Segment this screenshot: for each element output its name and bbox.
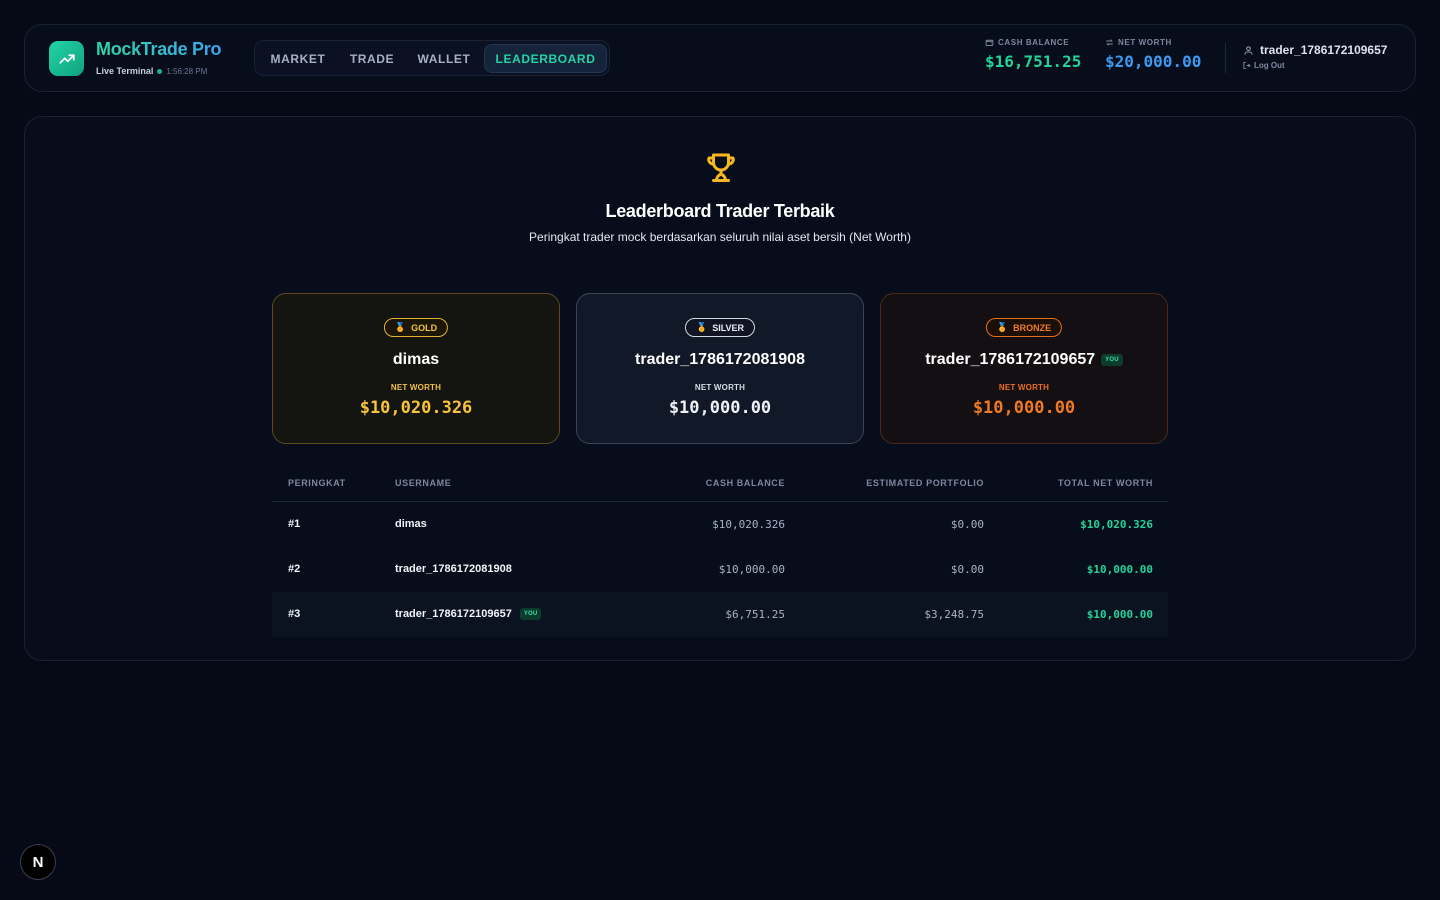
clock: 1:56:28 PM — [166, 66, 208, 76]
table-row[interactable]: #1 dimas $10,020.326 $0.00 $10,020.326 — [272, 502, 1168, 547]
podium-net-worth: $10,000.00 — [668, 398, 772, 418]
logout-button[interactable]: Log Out — [1242, 61, 1285, 70]
rank-cell: #3 — [288, 608, 301, 620]
podium-username: trader_1786172081908 — [577, 351, 863, 369]
medal-icon: 🏅 — [394, 322, 407, 332]
podium-username-text: trader_1786172109657 — [925, 351, 1096, 368]
medal-label: SILVER — [712, 322, 745, 333]
podium-username: dimas — [273, 351, 559, 369]
dev-tools-badge[interactable]: N — [20, 844, 56, 880]
podium-net-worth: $10,000.00 — [972, 398, 1076, 418]
cash-cell: $10,020.326 — [712, 518, 785, 531]
gold-medal-badge: 🏅 GOLD — [383, 318, 449, 337]
podium-username-text: trader_1786172081908 — [635, 351, 805, 368]
medal-icon: 🏅 — [996, 322, 1009, 332]
cash-balance-label: CASH BALANCE — [998, 38, 1070, 47]
rank-cell: #1 — [288, 518, 301, 530]
user-icon — [1244, 45, 1253, 55]
col-portfolio: ESTIMATED PORTFOLIO — [866, 478, 984, 488]
col-username: USERNAME — [395, 478, 452, 488]
bronze-medal-badge: 🏅 BRONZE — [985, 318, 1063, 337]
col-cash: CASH BALANCE — [705, 478, 785, 488]
podium-net-worth: $10,020.326 — [359, 398, 473, 418]
page-subtitle: Peringkat trader mock berdasarkan seluru… — [529, 230, 911, 244]
silver-medal-badge: 🏅 SILVER — [684, 318, 756, 337]
page-title: Leaderboard Trader Terbaik — [605, 201, 835, 221]
username-cell: trader_1786172109657 YOU — [395, 608, 542, 620]
username-cell: dimas — [395, 518, 427, 530]
rank-cell: #2 — [288, 563, 301, 575]
logout-label: Log Out — [1254, 61, 1285, 70]
net-worth-label: NET WORTH — [1118, 38, 1172, 47]
net-worth-label: NET WORTH — [390, 383, 442, 392]
logout-icon — [1243, 62, 1251, 69]
brand-name: MockTrade Pro — [96, 39, 222, 59]
username-cell: trader_1786172081908 — [395, 563, 512, 575]
net-worth-label: NET WORTH — [998, 383, 1050, 392]
tab-trade[interactable]: TRADE — [338, 44, 406, 73]
medal-icon: 🏅 — [695, 322, 708, 332]
main-nav: MARKET TRADE WALLET LEADERBOARD — [254, 40, 610, 76]
cash-cell: $10,000.00 — [718, 563, 785, 576]
medal-label: BRONZE — [1013, 322, 1052, 333]
networth-cell: $10,020.326 — [1080, 518, 1153, 531]
trophy-icon — [707, 153, 735, 182]
ranking-table: PERINGKAT USERNAME CASH BALANCE ESTIMATE… — [272, 465, 1168, 637]
net-worth-label: NET WORTH — [694, 383, 746, 392]
user-info: trader_1786172109657 — [1243, 43, 1387, 57]
username-text: trader_1786172109657 — [395, 608, 512, 620]
you-badge: YOU — [519, 608, 542, 620]
podium-card-gold: 🏅 GOLD dimas NET WORTH $10,020.326 — [272, 293, 560, 444]
portfolio-cell: $3,248.75 — [924, 608, 984, 621]
net-worth-value: $20,000.00 — [1105, 52, 1202, 71]
cash-balance-stat: CASH BALANCE $16,751.25 — [985, 38, 1081, 71]
table-header: PERINGKAT USERNAME CASH BALANCE ESTIMATE… — [272, 465, 1168, 502]
tab-wallet[interactable]: WALLET — [406, 44, 482, 73]
brand-subtitle: Live Terminal 1:56:28 PM — [96, 66, 207, 76]
podium-card-bronze: 🏅 BRONZE trader_1786172109657 YOU NET WO… — [880, 293, 1168, 444]
col-rank: PERINGKAT — [288, 478, 346, 488]
cash-balance-value: $16,751.25 — [985, 52, 1082, 71]
top-header: MockTrade Pro Live Terminal 1:56:28 PM M… — [24, 24, 1416, 92]
net-worth-stat: NET WORTH $20,000.00 — [1105, 38, 1201, 71]
networth-cell: $10,000.00 — [1086, 563, 1153, 576]
swap-icon — [1106, 39, 1113, 46]
podium-username: trader_1786172109657 YOU — [881, 351, 1167, 369]
table-row[interactable]: #2 trader_1786172081908 $10,000.00 $0.00… — [272, 547, 1168, 592]
live-status-dot — [157, 68, 163, 74]
live-terminal-label: Live Terminal — [96, 66, 154, 76]
trending-up-icon — [58, 53, 75, 64]
portfolio-cell: $0.00 — [950, 518, 984, 531]
col-networth: TOTAL NET WORTH — [1058, 478, 1153, 488]
portfolio-cell: $0.00 — [950, 563, 984, 576]
username: trader_1786172109657 — [1260, 43, 1388, 57]
header-divider — [1225, 43, 1226, 73]
you-badge: YOU — [1101, 354, 1123, 366]
networth-cell: $10,000.00 — [1086, 608, 1153, 621]
table-row-current-user[interactable]: #3 trader_1786172109657 YOU $6,751.25 $3… — [272, 592, 1168, 637]
podium-card-silver: 🏅 SILVER trader_1786172081908 NET WORTH … — [576, 293, 864, 444]
tab-leaderboard[interactable]: LEADERBOARD — [484, 44, 607, 73]
cash-cell: $6,751.25 — [725, 608, 785, 621]
medal-label: GOLD — [411, 322, 438, 333]
leaderboard-panel: Leaderboard Trader Terbaik Peringkat tra… — [24, 116, 1416, 661]
logo[interactable] — [49, 41, 84, 76]
wallet-icon — [985, 39, 994, 46]
tab-market[interactable]: MARKET — [258, 44, 338, 73]
podium-username-text: dimas — [392, 351, 440, 368]
